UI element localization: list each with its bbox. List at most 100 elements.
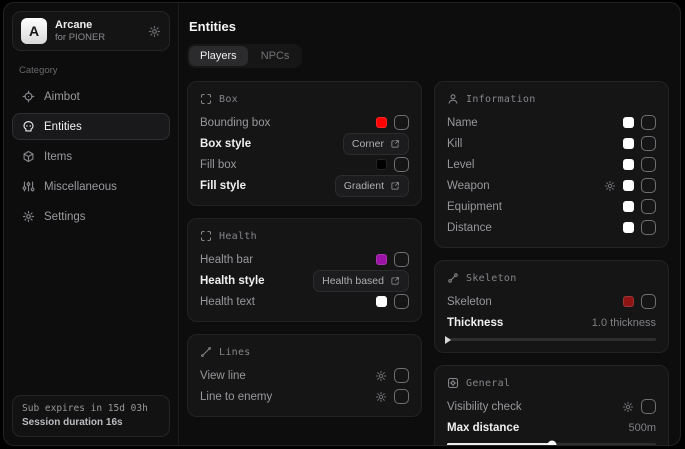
row-fill-box: Fill box (200, 154, 409, 175)
bone-icon (447, 272, 459, 284)
sidebar-item-label: Miscellaneous (44, 181, 117, 193)
row-controls (623, 157, 656, 172)
kill-color-swatch[interactable] (623, 138, 634, 149)
sidebar-item-items[interactable]: Items (12, 143, 170, 170)
row-label: Bounding box (200, 117, 270, 129)
brand-gear-icon[interactable] (148, 25, 161, 38)
health-text-color-swatch[interactable] (376, 296, 387, 307)
row-controls: Gradient (335, 175, 409, 197)
row-label: View line (200, 370, 246, 382)
gear-icon (22, 210, 35, 223)
row-controls (623, 220, 656, 235)
health-bar-color-swatch[interactable] (376, 254, 387, 265)
sidebar-item-label: Items (44, 151, 72, 163)
row-controls (376, 157, 409, 172)
health-bar-checkbox[interactable] (394, 252, 409, 267)
row-health-bar: Health bar (200, 249, 409, 270)
sidebar-item-aimbot[interactable]: Aimbot (12, 83, 170, 110)
equipment-color-swatch[interactable] (623, 201, 634, 212)
skeleton-color-swatch[interactable] (623, 296, 634, 307)
slider-fill (447, 443, 552, 445)
fill-box-color-swatch[interactable] (376, 159, 387, 170)
view-line-checkbox[interactable] (394, 368, 409, 383)
slider-thumb[interactable] (445, 336, 451, 344)
weapon-checkbox[interactable] (641, 178, 656, 193)
cube-icon (22, 150, 35, 163)
skull-icon (22, 120, 35, 133)
row-level: Level (447, 154, 656, 175)
panel-column-right: InformationNameKillLevelWeaponEquipmentD… (434, 81, 669, 445)
app-window: A Arcane for PIONER Category AimbotEntit… (3, 2, 681, 446)
select-value: Health based (322, 275, 384, 287)
row-thickness: Thickness 1.0 thickness (447, 312, 656, 333)
tab-players[interactable]: Players (189, 46, 248, 66)
visibility-check-checkbox[interactable] (641, 399, 656, 414)
box-style-select[interactable]: Corner (343, 133, 409, 155)
brand-logo: A (21, 18, 47, 44)
brand-title: Arcane (55, 19, 105, 32)
tab-group: PlayersNPCs (187, 44, 302, 68)
row-max-distance: Max distance500m (447, 417, 656, 438)
row-controls (622, 399, 656, 414)
max-distance-slider[interactable] (447, 443, 656, 445)
fill-style-select[interactable]: Gradient (335, 175, 409, 197)
health-style-select[interactable]: Health based (313, 270, 409, 292)
select-value: Gradient (344, 180, 384, 192)
bounding-box-color-swatch[interactable] (376, 117, 387, 128)
row-label: Skeleton (447, 296, 492, 308)
panel-columns: BoxBounding boxBox styleCornerFill boxFi… (187, 81, 669, 445)
row-distance: Distance (447, 217, 656, 238)
tab-npcs[interactable]: NPCs (250, 46, 301, 66)
name-checkbox[interactable] (641, 115, 656, 130)
panel-header: Skeleton (447, 272, 656, 284)
sidebar-item-label: Entities (44, 121, 82, 133)
thickness-slider[interactable] (447, 338, 656, 341)
panel-box: BoxBounding boxBox styleCornerFill boxFi… (187, 81, 422, 206)
sidebar-item-entities[interactable]: Entities (12, 113, 170, 140)
sidebar-item-miscellaneous[interactable]: Miscellaneous (12, 173, 170, 200)
fill-box-checkbox[interactable] (394, 157, 409, 172)
sidebar-item-label: Settings (44, 211, 86, 223)
level-checkbox[interactable] (641, 157, 656, 172)
health-text-checkbox[interactable] (394, 294, 409, 309)
expand-icon (390, 276, 400, 286)
main-content: Entities PlayersNPCs BoxBounding boxBox … (179, 3, 680, 445)
distance-color-swatch[interactable] (623, 222, 634, 233)
page-title: Entities (189, 19, 669, 34)
row-label: Health text (200, 296, 255, 308)
line-to-enemy-checkbox[interactable] (394, 389, 409, 404)
row-health-style: Health styleHealth based (200, 270, 409, 291)
subscription-card: Sub expires in 15d 03h Session duration … (12, 395, 170, 437)
line-to-enemy-gear-icon (375, 391, 387, 403)
kill-checkbox[interactable] (641, 136, 656, 151)
row-label: Fill style (200, 180, 246, 192)
row-label: Fill box (200, 159, 236, 171)
panel-header: Health (200, 230, 409, 242)
equipment-checkbox[interactable] (641, 199, 656, 214)
row-controls: 1.0 thickness (592, 317, 656, 329)
distance-checkbox[interactable] (641, 220, 656, 235)
expand-icon (390, 139, 400, 149)
row-label: Thickness (447, 317, 503, 329)
brackets-icon (200, 230, 212, 242)
sub-expires-text: Sub expires in 15d 03h (22, 403, 160, 414)
name-color-swatch[interactable] (623, 117, 634, 128)
weapon-color-swatch[interactable] (623, 180, 634, 191)
row-controls (376, 252, 409, 267)
row-name: Name (447, 112, 656, 133)
row-controls (376, 115, 409, 130)
row-controls: 500m (628, 422, 656, 434)
level-color-swatch[interactable] (623, 159, 634, 170)
row-label: Distance (447, 222, 492, 234)
sidebar-item-settings[interactable]: Settings (12, 203, 170, 230)
panel-header: Box (200, 93, 409, 105)
row-equipment: Equipment (447, 196, 656, 217)
panel-title: Health (219, 231, 257, 242)
row-controls (375, 368, 409, 383)
skeleton-checkbox[interactable] (641, 294, 656, 309)
slider-thumb[interactable] (547, 440, 556, 445)
row-label: Name (447, 117, 478, 129)
panel-title: General (466, 378, 510, 389)
panel-lines: LinesView lineLine to enemy (187, 334, 422, 417)
bounding-box-checkbox[interactable] (394, 115, 409, 130)
